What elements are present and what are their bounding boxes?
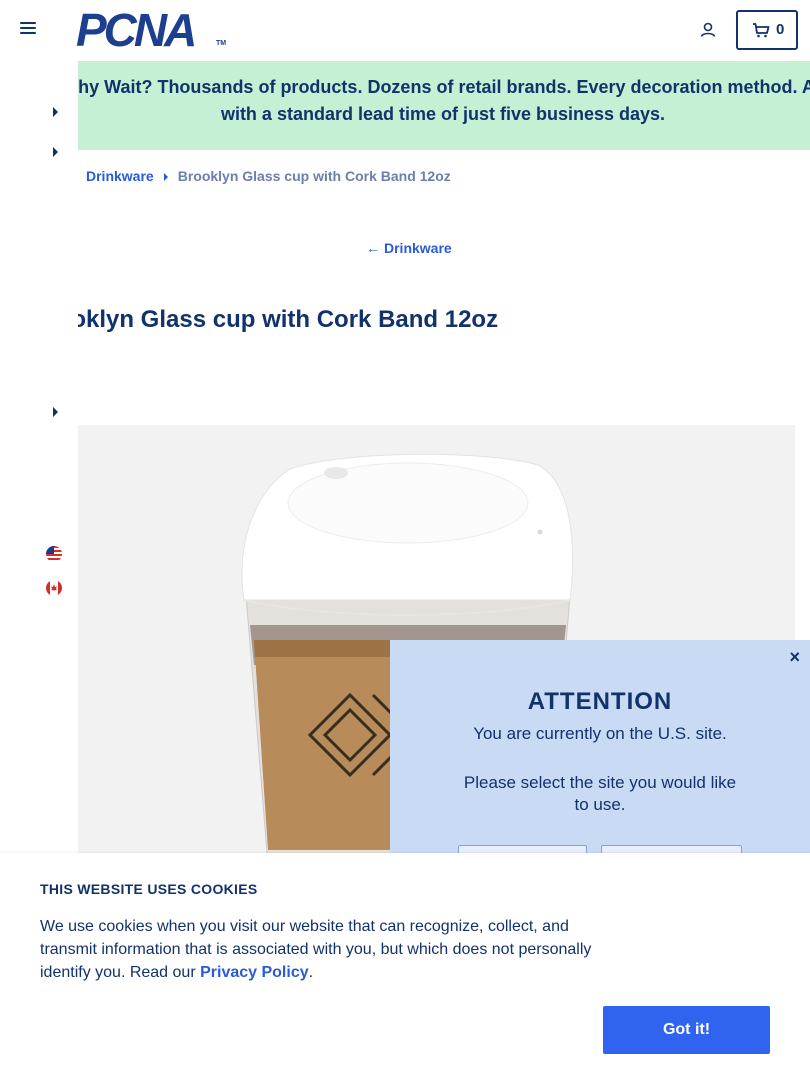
product-title: Brooklyn Glass cup with Cork Band 12oz [30,306,499,333]
logo-text: PCNA [76,4,197,56]
promo-text: Why Wait? Thousands of products. Dozens … [61,77,810,124]
page: Why Wait? Thousands of products. Dozens … [0,0,810,1080]
expand-caret-icon[interactable] [53,407,58,417]
breadcrumb-current: Brooklyn Glass cup with Cork Band 12oz [177,168,451,184]
site-header: PCNA TM 0 [0,0,810,60]
back-link-label: Drinkware [384,240,452,256]
cart-count: 0 [776,21,785,38]
promo-banner: Why Wait? Thousands of products. Dozens … [61,61,810,150]
breadcrumb-separator-icon [163,173,168,182]
cookie-title: THIS WEBSITE USES COOKIES [40,881,258,897]
hamburger-menu-icon[interactable] [20,22,36,36]
back-to-category-link[interactable]: ← Drinkware [366,240,452,256]
modal-title: ATTENTION [527,688,673,715]
accept-cookies-button[interactable]: Got it! [603,1006,770,1054]
left-rail-overlap [0,300,78,344]
expand-caret-icon[interactable] [53,107,58,117]
cookie-text-end: . [308,964,314,981]
cookie-banner: THIS WEBSITE USES COOKIES We use cookies… [0,853,810,1080]
cart-button[interactable]: 0 [736,10,798,50]
breadcrumb: Drinkware Brooklyn Glass cup with Cork Ba… [86,168,451,184]
cookie-text: We use cookies when you visit our websit… [40,915,610,984]
logo-trademark: TM [216,40,227,47]
modal-prompt: Please select the site you would like to… [463,773,737,814]
privacy-policy-link[interactable]: Privacy Policy [200,964,309,981]
breadcrumb-drinkware-link[interactable]: Drinkware [86,168,154,184]
shopping-cart-icon [753,23,770,38]
close-icon[interactable]: × [789,648,800,666]
site-selection-modal: × ATTENTION You are currently on the U.S… [390,640,810,875]
pcna-logo[interactable]: PCNA TM [76,4,227,56]
us-flag-icon[interactable] [46,546,62,562]
canada-flag-icon[interactable] [46,580,62,596]
user-icon[interactable] [698,20,718,40]
cookie-text-body: We use cookies when you visit our websit… [40,918,592,981]
expand-caret-icon[interactable] [53,147,58,157]
arrow-left-icon: ← [366,240,380,256]
modal-message: You are currently on the U.S. site. [473,724,727,743]
